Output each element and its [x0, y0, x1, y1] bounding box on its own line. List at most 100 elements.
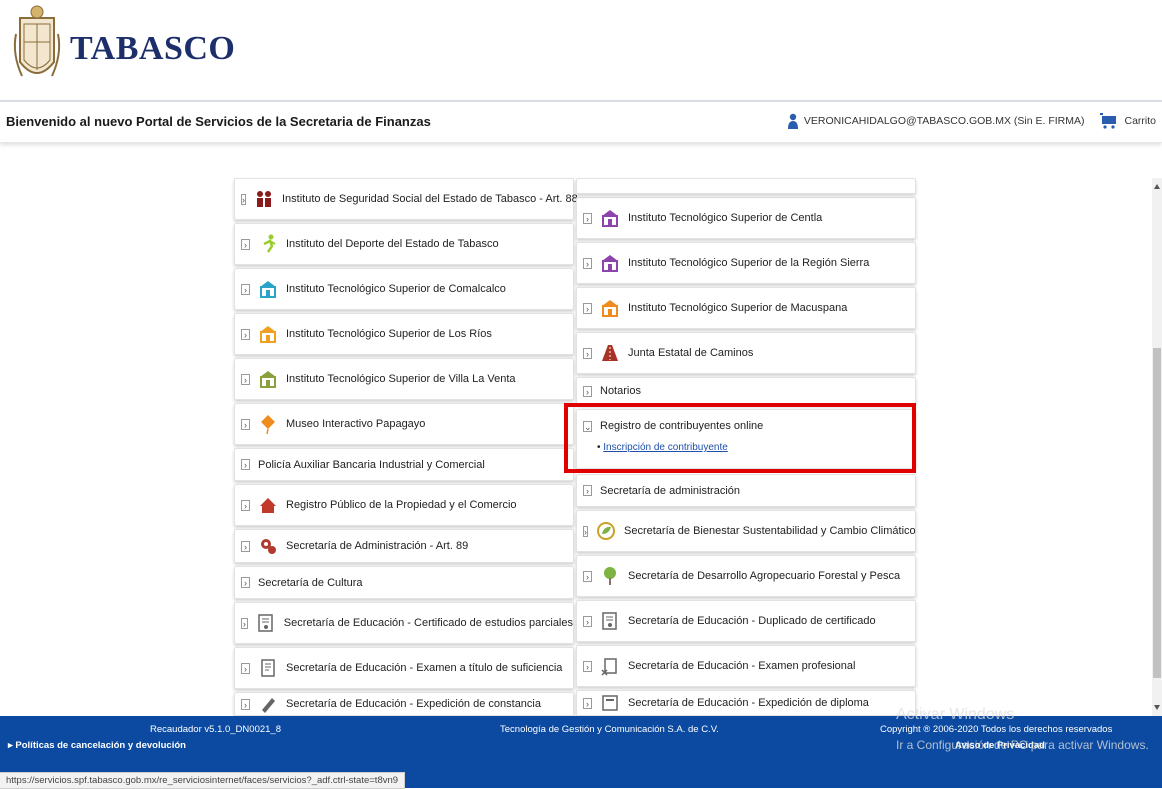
- building-icon: [602, 255, 618, 272]
- cart-link[interactable]: Carrito: [1124, 115, 1156, 127]
- chevron-right-icon[interactable]: ›: [241, 662, 250, 674]
- chevron-right-icon[interactable]: ›: [583, 212, 592, 224]
- chevron-right-icon[interactable]: ›: [241, 418, 250, 430]
- service-item[interactable]: › Secretaría de Educación - Examen profes…: [576, 645, 916, 687]
- service-label[interactable]: Secretaría de Educación - Expedición de …: [628, 697, 869, 709]
- service-label[interactable]: Instituto Tecnológico Superior de Macusp…: [628, 302, 847, 314]
- service-item[interactable]: › Instituto Tecnológico Superior de Macus…: [576, 287, 916, 329]
- chevron-right-icon[interactable]: ›: [583, 615, 592, 627]
- chevron-right-icon[interactable]: ›: [241, 499, 250, 511]
- chevron-right-icon[interactable]: ›: [241, 459, 250, 470]
- service-item[interactable]: › Secretaría de Administración - Art. 89: [234, 529, 574, 563]
- service-item[interactable]: › Instituto Tecnológico Superior de Los R…: [234, 313, 574, 355]
- chevron-right-icon[interactable]: ›: [583, 660, 592, 672]
- service-label[interactable]: Secretaría de Educación - Examen a títul…: [286, 662, 562, 674]
- scrollbar-thumb[interactable]: [1153, 348, 1161, 678]
- service-item[interactable]: › Secretaría de Educación - Duplicado de …: [576, 600, 916, 642]
- chevron-right-icon[interactable]: ›: [241, 698, 250, 710]
- service-item[interactable]: › Notarios: [576, 377, 916, 405]
- inscripcion-link[interactable]: Inscripción de contribuyente: [603, 442, 728, 453]
- service-label[interactable]: Instituto Tecnológico Superior de Villa …: [286, 373, 516, 385]
- building-icon: [260, 326, 276, 343]
- service-label[interactable]: Registro Público de la Propiedad y el Co…: [286, 499, 517, 511]
- service-label[interactable]: Secretaría de Desarrollo Agropecuario Fo…: [628, 570, 900, 582]
- service-label[interactable]: Secretaría de Cultura: [258, 577, 363, 589]
- service-item[interactable]: › Secretaría de Desarrollo Agropecuario F…: [576, 555, 916, 597]
- scroll-down-arrow[interactable]: [1154, 705, 1160, 710]
- cart-icon[interactable]: [1100, 113, 1118, 129]
- service-label[interactable]: Registro de contribuyentes online: [600, 420, 763, 432]
- service-label[interactable]: Secretaría de Educación - Duplicado de c…: [628, 615, 876, 627]
- service-label[interactable]: Instituto Tecnológico Superior de Comalc…: [286, 283, 506, 295]
- service-item[interactable]: › Junta Estatal de Caminos: [576, 332, 916, 374]
- service-label[interactable]: Museo Interactivo Papagayo: [286, 418, 425, 430]
- service-label[interactable]: Secretaría de Educación - Certificado de…: [284, 617, 573, 629]
- user-icon: [787, 113, 798, 129]
- scrollbar[interactable]: [1152, 178, 1162, 716]
- chevron-right-icon[interactable]: ›: [583, 697, 592, 709]
- scroll-up-arrow[interactable]: [1154, 184, 1160, 189]
- tabasco-logo[interactable]: TABASCO: [6, 2, 235, 94]
- service-label[interactable]: Instituto del Deporte del Estado de Taba…: [286, 238, 499, 250]
- chevron-right-icon[interactable]: ›: [583, 385, 592, 397]
- chevron-down-icon[interactable]: ⌄: [583, 420, 592, 432]
- chevron-right-icon[interactable]: ›: [583, 302, 592, 314]
- service-item[interactable]: › Secretaría de Educación - Expedición de…: [234, 692, 574, 716]
- service-item[interactable]: › Secretaría de Educación - Examen a títu…: [234, 647, 574, 689]
- service-label[interactable]: Instituto Tecnológico Superior de Los Rí…: [286, 328, 492, 340]
- service-label[interactable]: Secretaría de Bienestar Sustentabilidad …: [624, 525, 916, 537]
- chevron-right-icon[interactable]: ›: [241, 540, 250, 552]
- chevron-right-icon[interactable]: ›: [241, 283, 250, 295]
- service-item[interactable]: › Secretaría de Educación - Certificado d…: [234, 602, 574, 644]
- road-icon: [602, 345, 618, 361]
- service-item[interactable]: › Policía Auxiliar Bancaria Industrial y …: [234, 448, 574, 481]
- chevron-right-icon[interactable]: ›: [583, 485, 592, 496]
- user-email[interactable]: VERONICAHIDALGO@TABASCO.GOB.MX (Sin E. F…: [804, 115, 1085, 127]
- kite-icon: [261, 415, 275, 434]
- service-item[interactable]: › Instituto Tecnológico Superior de la Re…: [576, 242, 916, 284]
- chevron-right-icon[interactable]: ›: [583, 347, 592, 359]
- service-item[interactable]: ⌄ Registro de contribuyentes online • Ins…: [576, 409, 916, 469]
- chevron-right-icon[interactable]: ›: [241, 617, 248, 629]
- service-item[interactable]: › Secretaría de Bienestar Sustentabilidad…: [576, 510, 916, 552]
- chevron-right-icon[interactable]: ›: [241, 238, 250, 250]
- chevron-right-icon[interactable]: ›: [583, 525, 588, 537]
- gears-icon: [261, 539, 276, 554]
- document-icon: [261, 659, 275, 677]
- leaf-circle-icon: [597, 522, 615, 540]
- service-item[interactable]: › Instituto de Seguridad Social del Estad…: [234, 178, 578, 220]
- windows-activation-hint: Ir a Configuración de PC para activar Wi…: [896, 738, 1149, 752]
- service-label[interactable]: Instituto de Seguridad Social del Estado…: [282, 193, 578, 205]
- chevron-right-icon[interactable]: ›: [241, 373, 250, 385]
- service-label[interactable]: Junta Estatal de Caminos: [628, 347, 753, 359]
- service-item[interactable]: › Instituto Tecnológico Superior de Centl…: [576, 197, 916, 239]
- service-label[interactable]: Policía Auxiliar Bancaria Industrial y C…: [258, 459, 485, 471]
- service-label[interactable]: Secretaría de Educación - Expedición de …: [286, 698, 541, 710]
- chevron-right-icon[interactable]: ›: [583, 570, 592, 582]
- service-label[interactable]: Secretaría de Educación - Examen profesi…: [628, 660, 855, 672]
- tree-icon: [604, 567, 616, 585]
- service-label[interactable]: Instituto Tecnológico Superior de Centla: [628, 212, 822, 224]
- service-item[interactable]: › Secretaría de administración: [576, 474, 916, 507]
- chevron-right-icon[interactable]: ›: [241, 577, 250, 588]
- service-label[interactable]: Instituto Tecnológico Superior de la Reg…: [628, 257, 869, 269]
- service-item[interactable]: › Secretaría de Educación - Expedición de…: [576, 690, 916, 716]
- service-label[interactable]: Secretaría de administración: [600, 485, 740, 497]
- service-label[interactable]: Notarios: [600, 385, 641, 397]
- service-label[interactable]: Secretaría de Administración - Art. 89: [286, 540, 468, 552]
- service-item[interactable]: › Instituto Tecnológico Superior de Comal…: [234, 268, 574, 310]
- building-icon: [602, 300, 618, 317]
- service-item[interactable]: › Registro Público de la Propiedad y el C…: [234, 484, 574, 526]
- chevron-right-icon[interactable]: ›: [241, 193, 246, 205]
- chevron-right-icon[interactable]: ›: [241, 328, 250, 340]
- pencil-icon: [262, 698, 275, 713]
- service-item[interactable]: › Instituto del Deporte del Estado de Tab…: [234, 223, 574, 265]
- service-item-partial[interactable]: [576, 178, 916, 194]
- welcome-message: Bienvenido al nuevo Portal de Servicios …: [6, 114, 431, 129]
- service-item[interactable]: › Secretaría de Cultura: [234, 566, 574, 599]
- service-item[interactable]: › Instituto Tecnológico Superior de Villa…: [234, 358, 574, 400]
- people-icon: [257, 191, 271, 207]
- service-item[interactable]: › Museo Interactivo Papagayo: [234, 403, 574, 445]
- policies-link[interactable]: ▸ Políticas de cancelación y devolución: [8, 740, 186, 751]
- chevron-right-icon[interactable]: ›: [583, 257, 592, 269]
